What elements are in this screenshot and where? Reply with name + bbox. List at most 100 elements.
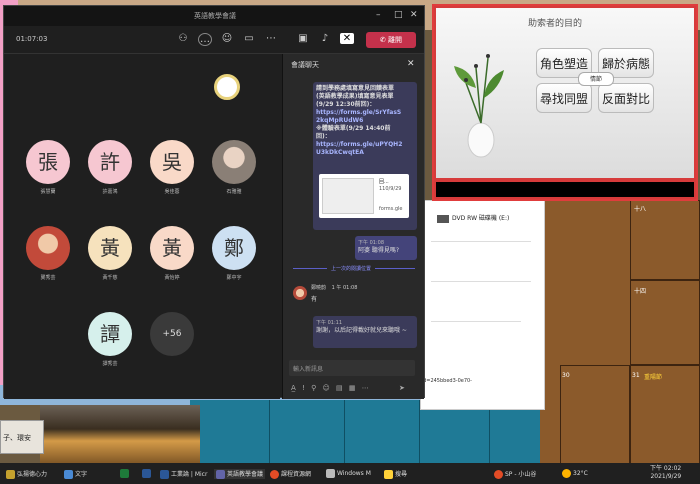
attach-icon[interactable]: ⚲ bbox=[311, 384, 316, 392]
taskbar-label: SP - 小山谷 bbox=[505, 471, 537, 478]
format-icon[interactable]: A̲ bbox=[291, 384, 296, 392]
taskbar-label: 工業論 | Micr bbox=[171, 471, 208, 478]
app-icon bbox=[6, 470, 15, 479]
avatar[interactable]: 吳 bbox=[150, 140, 194, 184]
taskbar-item[interactable]: Windows M bbox=[326, 469, 371, 478]
taskbar-item[interactable]: 文字 bbox=[64, 469, 87, 479]
photo-avatar[interactable] bbox=[212, 140, 256, 184]
message-line: ※體驗表單(9/29 14:40前 bbox=[316, 125, 391, 132]
form-link[interactable]: https://forms.gle/SrYfasS bbox=[316, 109, 414, 117]
meeting-toolbar: 01:07:03 ⚇ … ☺ ▭ ⋯ ▣ ♪ ✕ ✆ 離開 bbox=[4, 26, 424, 54]
message-line: (9/29 12:30前回)： bbox=[316, 101, 376, 108]
reply-text: 有 bbox=[311, 296, 318, 303]
participants-icon[interactable]: ⚇ bbox=[176, 33, 190, 44]
taskbar-label: 英語教學會議 bbox=[227, 471, 264, 478]
message-time: 下午 01:08 bbox=[358, 240, 384, 246]
taskbar-label: 弘揚德心力 bbox=[17, 471, 48, 478]
camera-off-icon[interactable]: ▣ bbox=[296, 33, 310, 44]
sticker-icon[interactable]: ▦ bbox=[349, 384, 356, 392]
taskbar-item[interactable] bbox=[142, 469, 153, 478]
sticky-note[interactable]: 子、環安 bbox=[0, 420, 44, 454]
meeting-chat-panel: 會議聊天 ✕ 請到學務處填寫意見回饋表單 (英語教學成果)填寫意見表單 (9/2… bbox=[282, 54, 424, 399]
leave-button-label: 離開 bbox=[388, 36, 403, 44]
reply-author: 鄭曉韵 bbox=[311, 285, 327, 291]
taskbar-item[interactable]: SP - 小山谷 bbox=[494, 469, 536, 479]
avatar[interactable]: 黃 bbox=[88, 226, 132, 270]
more-participants-avatar[interactable]: +56 bbox=[150, 312, 194, 356]
avatar[interactable]: 黃 bbox=[150, 226, 194, 270]
taskbar-label: 文字 bbox=[75, 471, 88, 478]
participant-name: 黃怡婷 bbox=[164, 275, 180, 281]
app-icon bbox=[64, 470, 73, 479]
close-icon[interactable]: ✕ bbox=[410, 10, 418, 20]
weather-temp: 32°C bbox=[573, 470, 588, 477]
send-icon[interactable]: ➤ bbox=[399, 384, 405, 392]
form-link[interactable]: 2kqMpRUdW6 bbox=[316, 117, 414, 125]
card-subtitle: 110/9/29 bbox=[379, 186, 402, 192]
slideshow-window[interactable]: 助索者的目的 角色塑造 歸於病態 尋找同盟 反面對比 情節 bbox=[432, 4, 698, 201]
weather-widget[interactable]: 32°C bbox=[562, 469, 588, 478]
taskbar-item[interactable]: 課程資源網 bbox=[270, 469, 311, 479]
taskbar-item[interactable]: 搜尋 bbox=[384, 469, 407, 479]
calendar-label: 十四 bbox=[634, 288, 647, 295]
photo-avatar[interactable] bbox=[26, 226, 70, 270]
desktop-photo bbox=[40, 405, 200, 465]
link-preview-card[interactable]: 回... 110/9/29 forms.gle bbox=[319, 174, 409, 218]
message-line: (英語教學成果)填寫意見表單 bbox=[316, 93, 394, 100]
form-link[interactable]: U3kDkCwqtEA bbox=[316, 149, 414, 157]
taskbar-item-active[interactable]: 英語教學會議 bbox=[214, 469, 266, 479]
minimize-icon[interactable]: – bbox=[376, 10, 381, 20]
chrome-icon bbox=[270, 470, 279, 479]
excel-icon bbox=[120, 469, 129, 478]
calendar-day-30: 30 bbox=[562, 372, 570, 379]
card-site: forms.gle bbox=[379, 206, 403, 212]
center-plot-button[interactable]: 情節 bbox=[578, 72, 614, 86]
participant-name: 黃千慈 bbox=[102, 275, 118, 281]
chat-title: 會議聊天 bbox=[291, 61, 319, 69]
calendar-label: 十八 bbox=[634, 206, 647, 213]
avatar[interactable]: 譚 bbox=[88, 312, 132, 356]
leave-button[interactable]: ✆ 離開 bbox=[366, 32, 416, 48]
dvd-drive-label: DVD RW 磁碟機 (E:) bbox=[452, 215, 510, 222]
more-options-icon[interactable]: ⋯ bbox=[362, 384, 369, 392]
participant-name: 龔秀芸 bbox=[40, 275, 56, 281]
taskbar-item[interactable]: 弘揚德心力 bbox=[6, 469, 47, 479]
word-icon bbox=[142, 469, 151, 478]
compose-toolbar: A̲ ! ⚲ ☺ ▤ ▦ ⋯ ➤ bbox=[291, 384, 405, 392]
participant-name: 張慧蘭 bbox=[40, 189, 56, 195]
message-text: 阿婆 聽得見嗎? bbox=[358, 247, 400, 254]
slide-title: 助索者的目的 bbox=[528, 19, 583, 29]
participant-name: 許嘉鴻 bbox=[102, 189, 118, 195]
preview-thumbnail bbox=[322, 178, 374, 214]
teams-icon bbox=[216, 470, 225, 479]
microphone-icon[interactable]: ♪ bbox=[318, 33, 332, 44]
avatar[interactable]: 鄭 bbox=[212, 226, 256, 270]
window-title: 英語教學會議 bbox=[194, 12, 236, 20]
taskbar-item[interactable]: 工業論 | Micr bbox=[160, 469, 207, 479]
emoji-icon[interactable]: ☺ bbox=[322, 384, 329, 392]
reactions-icon[interactable]: ☺ bbox=[220, 33, 234, 44]
more-icon[interactable]: ⋯ bbox=[264, 33, 278, 44]
message-time: 下午 01:11 bbox=[316, 320, 342, 326]
form-link[interactable]: https://forms.gle/uPYQH2 bbox=[316, 141, 414, 149]
taskbar-clock[interactable]: 下午 02:02 2021/9/29 bbox=[650, 465, 681, 481]
maximize-icon[interactable]: □ bbox=[394, 10, 403, 20]
share-icon[interactable]: ▭ bbox=[242, 33, 256, 44]
clock-date: 2021/9/29 bbox=[650, 473, 682, 480]
plant-vase-illustration bbox=[454, 54, 504, 158]
taskbar-label: 搜尋 bbox=[395, 471, 408, 478]
avatar[interactable]: 許 bbox=[88, 140, 132, 184]
gif-icon[interactable]: ▤ bbox=[336, 384, 343, 392]
chat-message-input[interactable]: 輸入新訊息 bbox=[289, 360, 415, 376]
chat-icon[interactable]: … bbox=[198, 33, 212, 46]
important-icon[interactable]: ! bbox=[302, 384, 305, 392]
close-chat-icon[interactable]: ✕ bbox=[407, 59, 415, 69]
taskbar-item[interactable] bbox=[120, 469, 131, 478]
tile-find-ally[interactable]: 尋找同盟 bbox=[536, 83, 592, 113]
avatar[interactable]: 張 bbox=[26, 140, 70, 184]
dvd-drive-item[interactable]: DVD RW 磁碟機 (E:) bbox=[437, 213, 509, 223]
share-tray-icon[interactable]: ✕ bbox=[340, 33, 354, 44]
teams-meeting-window[interactable]: 英語教學會議 – □ ✕ 01:07:03 ⚇ … ☺ ▭ ⋯ ▣ ♪ ✕ ✆ … bbox=[3, 5, 425, 399]
tile-contrast[interactable]: 反面對比 bbox=[598, 83, 654, 113]
window-title-bar: 英語教學會議 – □ ✕ bbox=[4, 6, 424, 26]
